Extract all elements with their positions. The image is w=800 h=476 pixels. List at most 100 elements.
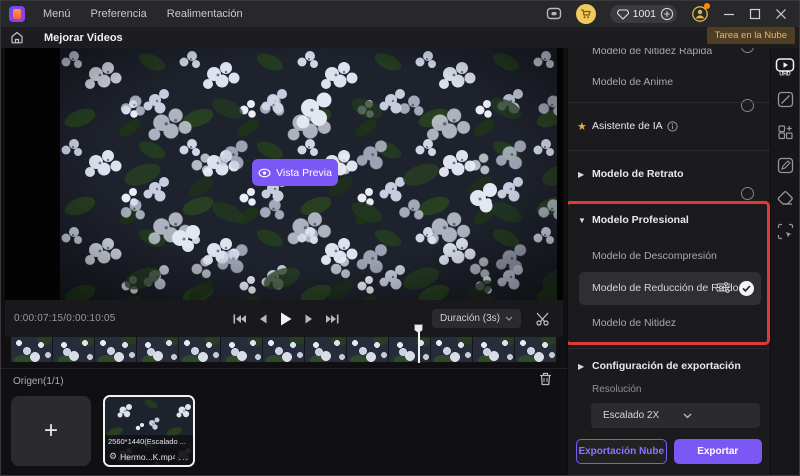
- credits-value: 1001: [632, 8, 656, 20]
- thumbnail-filename: Hermo...K.mp4: [120, 451, 176, 462]
- filmstrip-tile[interactable]: [473, 337, 515, 362]
- tool-eraser-icon[interactable]: [775, 188, 795, 208]
- section-configuracion-exportacion[interactable]: ▶ Configuración de exportación: [568, 356, 770, 376]
- radio-ai-assistant[interactable]: [741, 187, 754, 200]
- playhead-line: [418, 332, 420, 363]
- tool-object-remove-icon[interactable]: [775, 221, 795, 241]
- notification-dot: [704, 3, 710, 9]
- duration-label: Duración (3s): [439, 313, 500, 324]
- user-account-icon[interactable]: [691, 3, 710, 23]
- filmstrip-tile[interactable]: [11, 337, 53, 362]
- cloud-task-badge[interactable]: Tarea en la Nube: [706, 27, 795, 44]
- plus-icon: +: [43, 417, 58, 444]
- vista-previa-button[interactable]: Vista Previa: [252, 159, 338, 186]
- filmstrip[interactable]: [11, 324, 557, 363]
- next-frame-icon[interactable]: [305, 314, 313, 324]
- cut-scissors-icon[interactable]: [536, 312, 551, 326]
- model-label: Modelo de Descompresión: [592, 250, 717, 262]
- tool-frame-interpolation-icon[interactable]: [775, 89, 795, 109]
- chevron-right-icon: ▶: [578, 169, 585, 179]
- titlebar: Menú Preferencia Realimentación 1001: [1, 1, 799, 27]
- rewards-avatar-icon[interactable]: [575, 4, 596, 24]
- adjust-sliders-icon[interactable]: [716, 281, 731, 294]
- radio-nitidez-rapida[interactable]: [741, 48, 754, 53]
- menubar: Menú Preferencia Realimentación: [43, 8, 243, 20]
- add-source-button[interactable]: +: [11, 396, 91, 466]
- gear-icon[interactable]: ⚙: [109, 452, 117, 461]
- add-credits-icon[interactable]: [660, 7, 674, 21]
- model-row-nitidez[interactable]: Modelo de Nitidez: [568, 313, 770, 333]
- credits-counter[interactable]: 1001: [609, 5, 677, 23]
- trash-icon[interactable]: [539, 372, 552, 386]
- filmstrip-tile[interactable]: [431, 337, 473, 362]
- app-logo-icon: [9, 6, 25, 22]
- thumbnail-footer: ⚙ Hermo...K.mp4 ...: [105, 448, 193, 465]
- section-modelo-profesional[interactable]: ▼ Modelo Profesional: [568, 210, 770, 230]
- eye-icon: [258, 168, 271, 177]
- filmstrip-tile[interactable]: [389, 337, 431, 362]
- filmstrip-tile[interactable]: [263, 337, 305, 362]
- filmstrip-tile[interactable]: [347, 337, 389, 362]
- divider: [568, 102, 770, 103]
- resolution-dropdown[interactable]: Escalado 2X: [591, 403, 760, 428]
- skip-start-icon[interactable]: [233, 314, 246, 324]
- filmstrip-tile[interactable]: [515, 337, 557, 362]
- model-row-ai-assistant[interactable]: ★ Asistente de IA: [568, 116, 770, 200]
- editor-area: Vista Previa 0:00:07:15/0:00:10:05 Durac…: [1, 48, 567, 475]
- export-button[interactable]: Exportar: [673, 439, 762, 464]
- resolution-label: Resolución: [592, 384, 642, 395]
- minimize-button[interactable]: [723, 8, 735, 20]
- maximize-button[interactable]: [749, 8, 761, 20]
- menu-item-menu[interactable]: Menú: [43, 8, 71, 20]
- filmstrip-tile[interactable]: [305, 337, 347, 362]
- model-row-descompresion[interactable]: Modelo de Descompresión: [568, 246, 770, 460]
- resolution-value: Escalado 2X: [603, 410, 660, 421]
- feedback-chat-icon[interactable]: [546, 7, 562, 21]
- timeline-bar: 0:00:07:15/0:00:10:05 Duración (3s): [5, 300, 563, 337]
- chevron-down-icon: [505, 316, 513, 321]
- section-label: Modelo Profesional: [592, 214, 689, 226]
- svg-text:UHD: UHD: [779, 71, 790, 76]
- section-label: Configuración de exportación: [592, 360, 741, 372]
- section-modelo-retrato[interactable]: ▶ Modelo de Retrato: [568, 164, 770, 184]
- chevron-down-icon: ▼: [578, 215, 586, 225]
- selected-check-icon: [739, 281, 754, 296]
- radio-anime[interactable]: [741, 99, 754, 112]
- menu-item-preferencia[interactable]: Preferencia: [91, 8, 147, 20]
- tool-edit-icon[interactable]: [775, 155, 795, 175]
- filmstrip-tile[interactable]: [95, 337, 137, 362]
- model-row-reduccion-ruido[interactable]: Modelo de Reducción de Ruido: [579, 272, 761, 305]
- duration-dropdown[interactable]: Duración (3s): [431, 309, 521, 328]
- model-label: Modelo de Anime: [592, 76, 674, 88]
- filmstrip-tile[interactable]: [53, 337, 95, 362]
- playhead[interactable]: [414, 324, 423, 363]
- filmstrip-tile[interactable]: [221, 337, 263, 362]
- divider: [568, 348, 770, 349]
- star-icon: ★: [577, 120, 587, 133]
- model-row-nitidez-rapida[interactable]: Modelo de Nitidez Rápida: [568, 48, 770, 60]
- model-label: Modelo de Nitidez Rápida: [592, 48, 713, 57]
- info-icon[interactable]: [667, 120, 678, 132]
- tool-strip: UHD: [770, 48, 799, 475]
- models-panel: Modelo de Nitidez Rápida Modelo de Anime…: [567, 48, 770, 475]
- vista-previa-label: Vista Previa: [276, 166, 332, 179]
- close-button[interactable]: [775, 8, 787, 20]
- filmstrip-tile[interactable]: [179, 337, 221, 362]
- filmstrip-tile[interactable]: [137, 337, 179, 362]
- play-icon[interactable]: [280, 312, 292, 326]
- model-row-anime[interactable]: Modelo de Anime: [568, 72, 770, 112]
- prev-frame-icon[interactable]: [259, 314, 267, 324]
- source-thumbnail[interactable]: 2560*1440(Escalado ... ⚙ Hermo...K.mp4 .…: [103, 395, 195, 467]
- home-icon[interactable]: [10, 31, 24, 44]
- chevron-right-icon: ▶: [578, 361, 585, 371]
- tabbar: Mejorar Videos: [1, 27, 799, 48]
- tab-mejorar-videos[interactable]: Mejorar Videos: [44, 32, 123, 44]
- menu-item-realimentacion[interactable]: Realimentación: [167, 8, 243, 20]
- diamond-icon: [616, 8, 629, 20]
- tool-batch-add-icon[interactable]: [775, 122, 795, 142]
- tool-enhance-video-icon[interactable]: UHD: [775, 56, 795, 76]
- cloud-export-button[interactable]: Exportación Nube: [576, 439, 667, 464]
- skip-end-icon[interactable]: [326, 314, 339, 324]
- export-buttons: Exportación Nube Exportar: [576, 439, 762, 464]
- thumbnail-resolution-label: 2560*1440(Escalado ...: [105, 435, 193, 448]
